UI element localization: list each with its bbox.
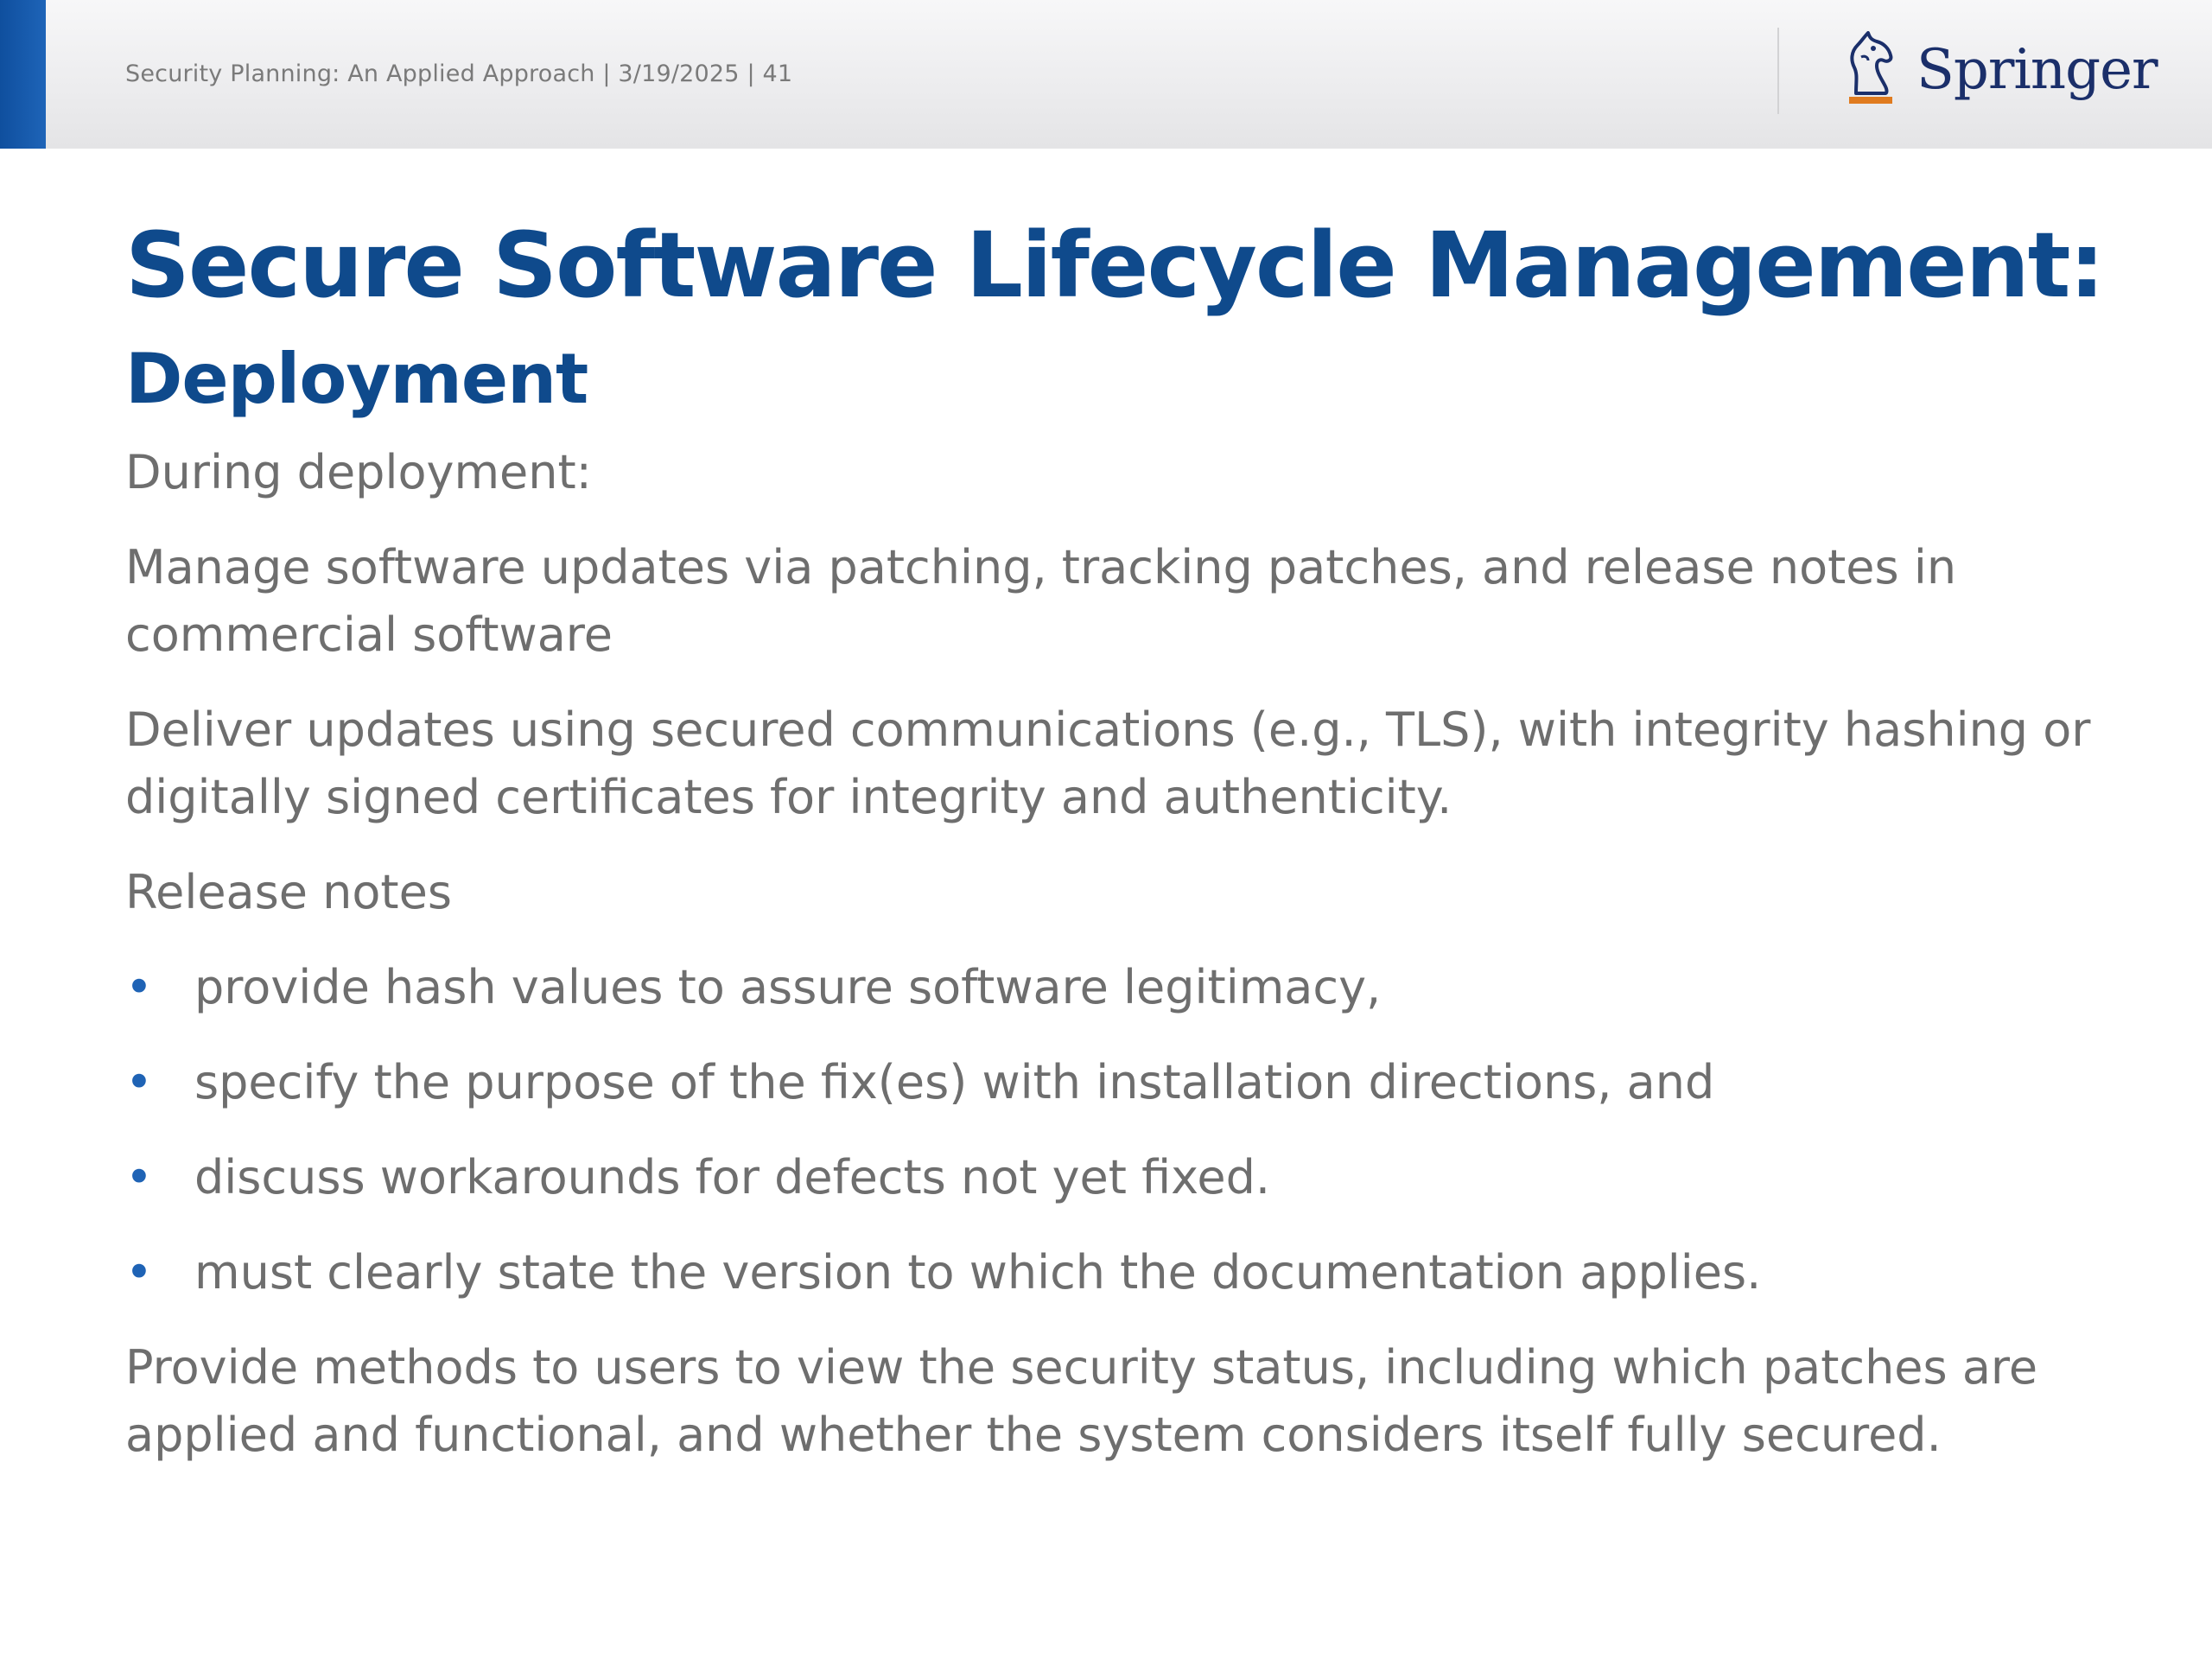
chess-knight-icon bbox=[1849, 31, 1893, 104]
list-item: • specify the purpose of the fix(es) wit… bbox=[125, 1049, 2113, 1116]
slide-body: During deployment: Manage software updat… bbox=[125, 439, 2113, 1497]
body-paragraph: Deliver updates using secured communicat… bbox=[125, 702, 2091, 824]
header-accent-bar bbox=[0, 0, 46, 149]
closing-paragraph: Provide methods to users to view the sec… bbox=[125, 1340, 2038, 1462]
bullet-icon: • bbox=[125, 1245, 153, 1300]
bullet-icon: • bbox=[125, 960, 153, 1014]
slide-subtitle: Deployment bbox=[125, 339, 588, 419]
intro-text: During deployment: bbox=[125, 445, 592, 499]
list-item-text: provide hash values to assure software l… bbox=[194, 960, 1382, 1014]
bullet-icon: • bbox=[125, 1150, 153, 1205]
list-item-text: must clearly state the version to which … bbox=[194, 1245, 1762, 1300]
body-paragraph: Manage software updates via patching, tr… bbox=[125, 540, 1957, 662]
list-item: • must clearly state the version to whic… bbox=[125, 1239, 2113, 1306]
body-paragraph: Release notes bbox=[125, 865, 452, 919]
logo-wordmark: Springer bbox=[1916, 38, 2158, 102]
slide-footer-text: Security Planning: An Applied Approach |… bbox=[125, 60, 793, 87]
header-divider bbox=[1777, 28, 1779, 114]
list-item: • provide hash values to assure software… bbox=[125, 954, 2113, 1021]
bullet-icon: • bbox=[125, 1055, 153, 1109]
slide-title: Secure Software Lifecycle Management: bbox=[125, 213, 2105, 318]
release-notes-list: • provide hash values to assure software… bbox=[125, 954, 2113, 1306]
list-item-text: discuss workarounds for defects not yet … bbox=[194, 1150, 1271, 1205]
list-item: • discuss workarounds for defects not ye… bbox=[125, 1144, 2113, 1211]
springer-logo: Springer bbox=[1839, 31, 2158, 118]
list-item-text: specify the purpose of the fix(es) with … bbox=[194, 1055, 1715, 1109]
